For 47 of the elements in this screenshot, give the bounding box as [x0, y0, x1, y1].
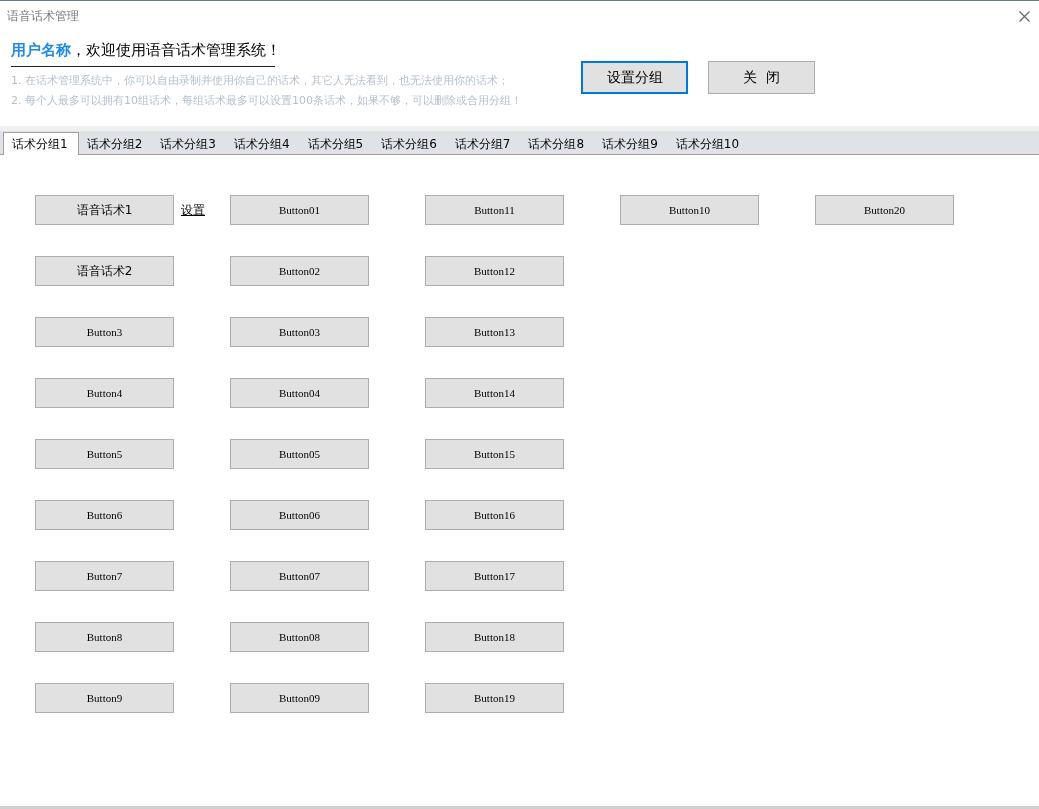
script-button[interactable]: Button8	[35, 622, 174, 652]
script-button[interactable]: Button08	[230, 622, 369, 652]
script-button[interactable]: Button13	[425, 317, 564, 347]
script-button[interactable]: Button9	[35, 683, 174, 713]
script-button[interactable]: Button7	[35, 561, 174, 591]
tab[interactable]: 话术分组7	[446, 134, 521, 154]
script-button[interactable]: Button04	[230, 378, 369, 408]
close-icon[interactable]	[1019, 10, 1030, 22]
script-button[interactable]: Button4	[35, 378, 174, 408]
script-button[interactable]: 语音话术2	[35, 256, 174, 286]
tab[interactable]: 话术分组5	[299, 134, 374, 154]
script-button[interactable]: Button01	[230, 195, 369, 225]
script-button[interactable]: Button09	[230, 683, 369, 713]
script-button[interactable]: Button19	[425, 683, 564, 713]
script-button[interactable]: Button6	[35, 500, 174, 530]
close-button[interactable]: 关 闭	[708, 61, 815, 94]
tab[interactable]: 话术分组8	[520, 134, 595, 154]
script-button[interactable]: Button03	[230, 317, 369, 347]
tab[interactable]: 话术分组3	[152, 134, 226, 154]
settings-link[interactable]: 设置	[181, 201, 205, 219]
script-button[interactable]: Button10	[620, 195, 759, 225]
script-button[interactable]: Button20	[815, 195, 954, 225]
script-button[interactable]: 语音话术1	[35, 195, 174, 225]
note-text: 1. 在话术管理系统中，你可以自由录制并使用你自己的话术，其它人无法看到，也无法使用你的话术；	[11, 73, 510, 88]
window-title: 语音话术管理	[7, 7, 79, 25]
script-button[interactable]: Button12	[425, 256, 564, 286]
tab[interactable]: 话术分组9	[594, 134, 668, 154]
note-text: 2. 每个人最多可以拥有10组话术，每组话术最多可以设置100条话术，如果不够，可以删除或合用分组！	[11, 93, 523, 108]
script-button[interactable]: Button07	[230, 561, 369, 591]
script-button[interactable]: Button02	[230, 256, 369, 286]
tab[interactable]: 话术分组10	[667, 134, 750, 154]
script-button[interactable]: Button17	[425, 561, 564, 591]
group-settings-button[interactable]: 设置分组	[581, 61, 688, 94]
script-button[interactable]: Button05	[230, 439, 369, 469]
tab[interactable]: 话术分组6	[373, 134, 447, 154]
tab[interactable]: 话术分组1	[3, 132, 79, 155]
script-button[interactable]: Button06	[230, 500, 369, 530]
script-button[interactable]: Button16	[425, 500, 564, 530]
welcome-heading: 用户名称，欢迎使用语音话术管理系统！	[11, 41, 275, 67]
script-button[interactable]: Button14	[425, 378, 564, 408]
tab[interactable]: 话术分组2	[78, 134, 153, 154]
script-button[interactable]: Button15	[425, 439, 564, 469]
script-button[interactable]: Button11	[425, 195, 564, 225]
script-button[interactable]: Button18	[425, 622, 564, 652]
tab[interactable]: 话术分组4	[225, 134, 300, 154]
script-button[interactable]: Button5	[35, 439, 174, 469]
script-button[interactable]: Button3	[35, 317, 174, 347]
